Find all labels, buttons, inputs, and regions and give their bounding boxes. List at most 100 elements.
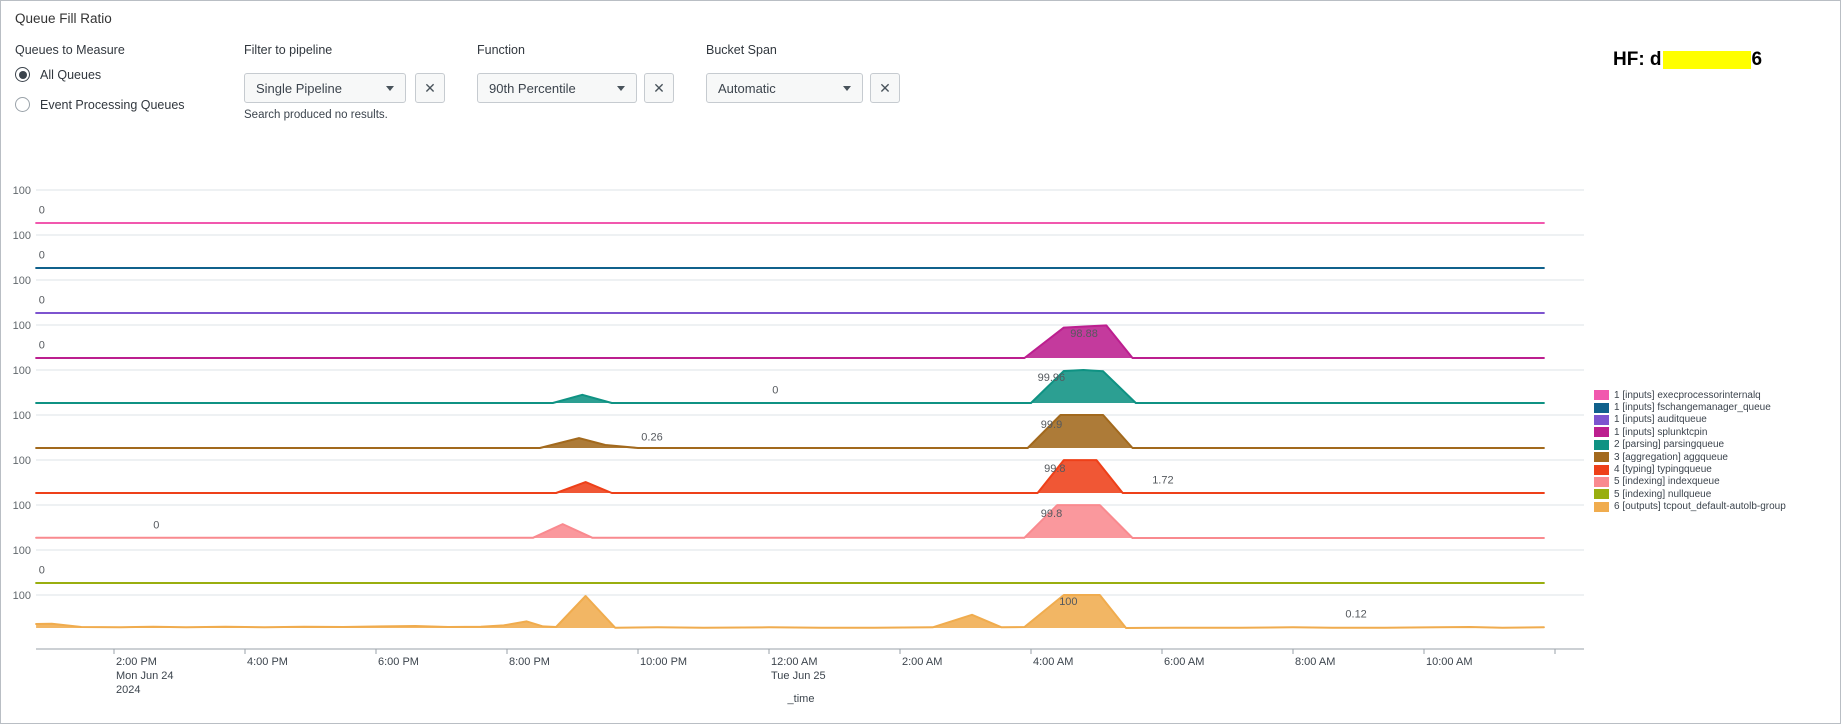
legend-color-swatch bbox=[1594, 501, 1609, 512]
chevron-down-icon bbox=[386, 85, 394, 91]
svg-text:100: 100 bbox=[13, 275, 31, 287]
svg-text:10:00 AM: 10:00 AM bbox=[1426, 656, 1472, 668]
close-icon: ✕ bbox=[424, 79, 436, 96]
legend-color-swatch bbox=[1594, 390, 1609, 401]
legend-label: 1 [inputs] splunktcpin bbox=[1614, 426, 1708, 438]
legend-item[interactable]: 2 [parsing] parsingqueue bbox=[1594, 439, 1840, 451]
all-queues-radio-label[interactable]: All Queues bbox=[40, 68, 101, 82]
legend-item[interactable]: 5 [indexing] indexqueue bbox=[1594, 476, 1840, 488]
queues-to-measure-label: Queues to Measure bbox=[15, 43, 125, 57]
svg-text:100: 100 bbox=[13, 320, 31, 332]
legend-label: 2 [parsing] parsingqueue bbox=[1614, 439, 1725, 451]
legend-label: 1 [inputs] fschangemanager_queue bbox=[1614, 402, 1771, 414]
svg-text:100: 100 bbox=[13, 545, 31, 557]
svg-text:6:00 AM: 6:00 AM bbox=[1164, 656, 1204, 668]
legend-label: 1 [inputs] auditqueue bbox=[1614, 414, 1707, 426]
legend-color-swatch bbox=[1594, 489, 1609, 500]
svg-text:100: 100 bbox=[13, 500, 31, 512]
filter-to-pipeline-value: Single Pipeline bbox=[256, 80, 343, 96]
all-queues-radio[interactable] bbox=[15, 67, 30, 82]
function-value: 90th Percentile bbox=[489, 80, 576, 96]
svg-text:100: 100 bbox=[13, 455, 31, 467]
legend-color-swatch bbox=[1594, 464, 1609, 475]
svg-text:12:00 AM: 12:00 AM bbox=[771, 656, 817, 668]
svg-text:2024: 2024 bbox=[116, 684, 140, 696]
svg-text:100: 100 bbox=[13, 230, 31, 242]
svg-text:1.72: 1.72 bbox=[1152, 474, 1173, 486]
svg-text:0: 0 bbox=[39, 249, 45, 261]
svg-text:0: 0 bbox=[39, 294, 45, 306]
legend-label: 1 [inputs] execprocessorinternalq bbox=[1614, 389, 1761, 401]
close-icon: ✕ bbox=[879, 79, 891, 96]
legend-color-swatch bbox=[1594, 427, 1609, 438]
legend-color-swatch bbox=[1594, 414, 1609, 425]
trellis-chart: 100 0 100 0 100 0 100 0 98.88 100 0 99.96 100 0.26 99.… bbox=[13, 185, 1584, 705]
radio-row-event-processing-queues: Event Processing Queues bbox=[15, 97, 185, 112]
bucket-span-dropdown[interactable]: Automatic bbox=[706, 73, 863, 103]
bucket-span-label: Bucket Span bbox=[706, 43, 777, 57]
legend-item[interactable]: 5 [indexing] nullqueue bbox=[1594, 488, 1840, 500]
bucket-span-value: Automatic bbox=[718, 80, 776, 96]
legend-label: 5 [indexing] indexqueue bbox=[1614, 476, 1720, 488]
svg-text:99.9: 99.9 bbox=[1041, 419, 1062, 431]
chevron-down-icon bbox=[843, 85, 851, 91]
svg-text:6:00 PM: 6:00 PM bbox=[378, 656, 419, 668]
svg-text:0: 0 bbox=[153, 519, 159, 531]
close-icon: ✕ bbox=[653, 79, 665, 96]
svg-text:_time: _time bbox=[787, 693, 815, 705]
function-clear-button[interactable]: ✕ bbox=[644, 73, 674, 103]
svg-text:100: 100 bbox=[13, 365, 31, 377]
svg-text:8:00 AM: 8:00 AM bbox=[1295, 656, 1335, 668]
hf-annotation: HF: d 6 bbox=[1613, 49, 1762, 71]
svg-text:0.12: 0.12 bbox=[1345, 609, 1366, 621]
svg-text:100: 100 bbox=[13, 410, 31, 422]
svg-text:99.8: 99.8 bbox=[1044, 463, 1065, 475]
legend-item[interactable]: 1 [inputs] execprocessorinternalq bbox=[1594, 389, 1840, 401]
legend-label: 6 [outputs] tcpout_default-autolb-group bbox=[1614, 501, 1786, 513]
svg-text:100: 100 bbox=[1059, 596, 1077, 608]
svg-text:2:00 AM: 2:00 AM bbox=[902, 656, 942, 668]
filter-to-pipeline-dropdown[interactable]: Single Pipeline bbox=[244, 73, 406, 103]
svg-text:100: 100 bbox=[13, 185, 31, 197]
function-label: Function bbox=[477, 43, 525, 57]
event-processing-queues-radio-label[interactable]: Event Processing Queues bbox=[40, 98, 185, 112]
search-status-message: Search produced no results. bbox=[244, 109, 388, 121]
legend-item[interactable]: 1 [inputs] splunktcpin bbox=[1594, 426, 1840, 438]
svg-text:100: 100 bbox=[13, 590, 31, 602]
legend-item[interactable]: 1 [inputs] fschangemanager_queue bbox=[1594, 401, 1840, 413]
legend-label: 5 [indexing] nullqueue bbox=[1614, 488, 1712, 500]
legend-item[interactable]: 3 [aggregation] aggqueue bbox=[1594, 451, 1840, 463]
svg-text:99.96: 99.96 bbox=[1038, 372, 1066, 384]
legend-color-swatch bbox=[1594, 476, 1609, 487]
legend-item[interactable]: 6 [outputs] tcpout_default-autolb-group bbox=[1594, 501, 1840, 513]
function-dropdown[interactable]: 90th Percentile bbox=[477, 73, 637, 103]
chevron-down-icon bbox=[617, 85, 625, 91]
svg-text:10:00 PM: 10:00 PM bbox=[640, 656, 687, 668]
queue-fill-ratio-panel: Queue Fill Ratio Queues to Measure All Q… bbox=[0, 0, 1841, 724]
page-title: Queue Fill Ratio bbox=[15, 11, 112, 26]
radio-row-all-queues: All Queues bbox=[15, 67, 101, 82]
svg-text:0: 0 bbox=[39, 564, 45, 576]
event-processing-queues-radio[interactable] bbox=[15, 97, 30, 112]
filter-to-pipeline-clear-button[interactable]: ✕ bbox=[415, 73, 445, 103]
legend-label: 4 [typing] typingqueue bbox=[1614, 464, 1712, 476]
legend-color-swatch bbox=[1594, 402, 1609, 413]
chart-legend: 1 [inputs] execprocessorinternalq 1 [inpu… bbox=[1594, 389, 1840, 513]
filter-to-pipeline-label: Filter to pipeline bbox=[244, 43, 333, 57]
svg-text:Mon Jun 24: Mon Jun 24 bbox=[116, 670, 173, 682]
svg-text:8:00 PM: 8:00 PM bbox=[509, 656, 550, 668]
hf-annotation-suffix: 6 bbox=[1751, 49, 1763, 70]
svg-text:0.26: 0.26 bbox=[641, 431, 662, 443]
svg-text:4:00 PM: 4:00 PM bbox=[247, 656, 288, 668]
legend-label: 3 [aggregation] aggqueue bbox=[1614, 451, 1728, 463]
svg-text:98.88: 98.88 bbox=[1070, 328, 1098, 340]
svg-text:0: 0 bbox=[39, 339, 45, 351]
svg-text:0: 0 bbox=[39, 204, 45, 216]
legend-item[interactable]: 4 [typing] typingqueue bbox=[1594, 463, 1840, 475]
legend-item[interactable]: 1 [inputs] auditqueue bbox=[1594, 414, 1840, 426]
bucket-span-clear-button[interactable]: ✕ bbox=[870, 73, 900, 103]
redaction-highlight bbox=[1662, 51, 1751, 69]
svg-text:0: 0 bbox=[772, 384, 778, 396]
svg-text:Tue Jun 25: Tue Jun 25 bbox=[771, 670, 826, 682]
hf-annotation-prefix: HF: d bbox=[1613, 49, 1662, 70]
